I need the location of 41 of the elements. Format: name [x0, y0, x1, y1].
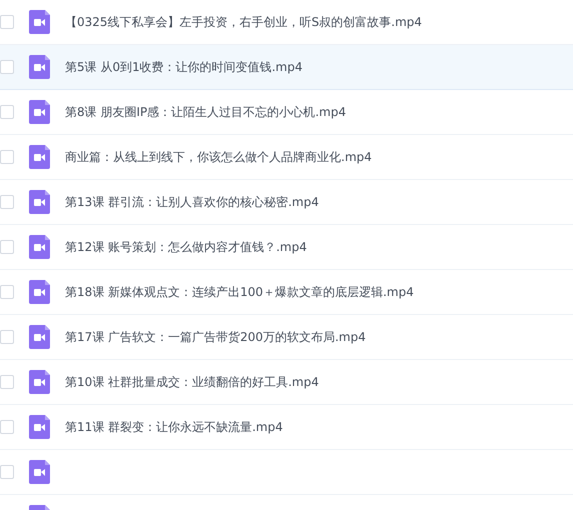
video-file-icon — [29, 415, 50, 439]
file-row[interactable]: 商业篇：从线上到线下，你该怎么做个人品牌商业化.mp4 — [0, 135, 573, 180]
file-row[interactable]: 第5课 从0到1收费：让你的时间变值钱.mp4 — [0, 45, 573, 90]
checkbox[interactable] — [0, 240, 14, 254]
checkbox[interactable] — [0, 330, 14, 344]
file-name[interactable]: 第18课 新媒体观点文：连续产出100＋爆款文章的底层逻辑.mp4 — [65, 284, 414, 300]
file-row[interactable]: 第13课 群引流：让别人喜欢你的核心秘密.mp4 — [0, 180, 573, 225]
video-file-icon — [29, 235, 50, 259]
checkbox[interactable] — [0, 60, 14, 74]
video-file-icon — [29, 100, 50, 124]
file-row[interactable]: 第18课 新媒体观点文：连续产出100＋爆款文章的底层逻辑.mp4 — [0, 270, 573, 315]
file-name[interactable]: 第5课 从0到1收费：让你的时间变值钱.mp4 — [65, 58, 302, 76]
checkbox[interactable] — [0, 195, 14, 209]
file-row[interactable]: 第12课 账号策划：怎么做内容才值钱？.mp4 — [0, 225, 573, 270]
checkbox[interactable] — [0, 285, 14, 299]
checkbox[interactable] — [0, 375, 14, 389]
video-file-icon — [29, 325, 50, 349]
file-row[interactable]: 第8课 朋友圈IP感：让陌生人过目不忘的小心机.mp4 — [0, 90, 573, 135]
file-name[interactable]: 第12课 账号策划：怎么做内容才值钱？.mp4 — [65, 238, 307, 256]
video-file-icon — [29, 280, 50, 304]
video-file-icon — [29, 460, 50, 484]
checkbox[interactable] — [0, 150, 14, 164]
checkbox[interactable] — [0, 105, 14, 119]
checkbox[interactable] — [0, 420, 14, 434]
checkbox[interactable] — [0, 465, 14, 479]
video-file-icon — [29, 10, 50, 34]
file-row[interactable]: 第10课 社群批量成交：业绩翻倍的好工具.mp4 — [0, 360, 573, 405]
checkbox[interactable] — [0, 15, 14, 29]
file-name[interactable]: 【0325线下私享会】左手投资，右手创业，听S叔的创富故事.mp4 — [65, 14, 422, 30]
file-name[interactable]: 商业篇：从线上到线下，你该怎么做个人品牌商业化.mp4 — [65, 148, 372, 166]
file-row[interactable]: 第17课 广告软文：一篇广告带货200万的软文布局.mp4 — [0, 315, 573, 360]
video-file-icon — [29, 145, 50, 169]
file-name[interactable]: 第10课 社群批量成交：业绩翻倍的好工具.mp4 — [65, 374, 319, 390]
video-file-icon — [29, 55, 50, 79]
file-name[interactable]: 第11课 群裂变：让你永远不缺流量.mp4 — [65, 418, 283, 436]
video-file-icon — [29, 190, 50, 214]
file-name[interactable]: 第13课 群引流：让别人喜欢你的核心秘密.mp4 — [65, 194, 319, 210]
file-name[interactable]: 第17课 广告软文：一篇广告带货200万的软文布局.mp4 — [65, 328, 366, 346]
file-name[interactable]: 第8课 朋友圈IP感：让陌生人过目不忘的小心机.mp4 — [65, 104, 346, 120]
video-file-icon — [29, 370, 50, 394]
file-row[interactable]: 第11课 群裂变：让你永远不缺流量.mp4 — [0, 405, 573, 450]
